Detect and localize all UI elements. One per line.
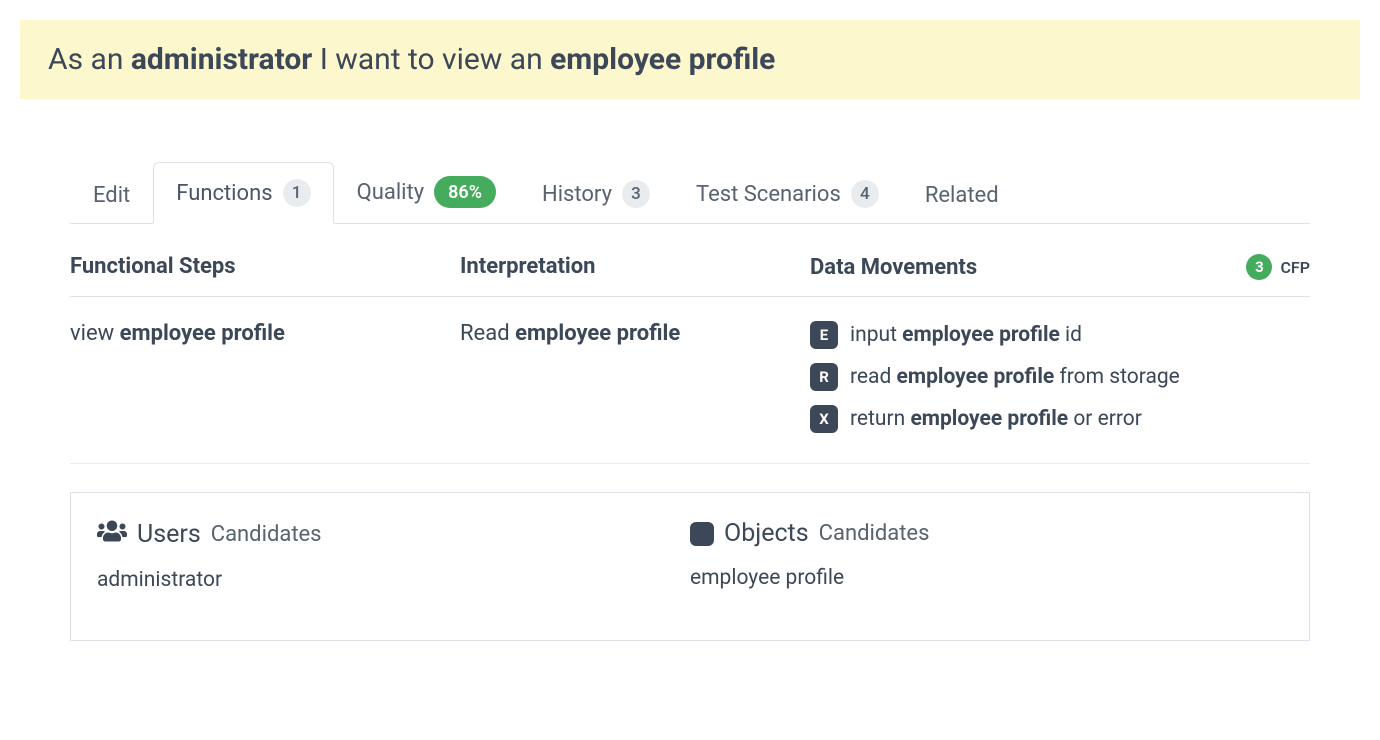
columns-header: Functional Steps Interpretation Data Mov… [70,224,1310,297]
tab-quality-percent: 86% [434,176,496,208]
users-title: Users [137,520,201,549]
dm-bold: employee profile [910,407,1068,431]
cfp-badge: 3 CFP [1246,254,1310,280]
tab-test-label: Test Scenarios [696,182,841,207]
dm-item-read: R read employee profile from storage [810,363,1310,391]
data-movements-cell: E input employee profile id R read emplo… [810,321,1310,433]
banner-prefix: As an [48,42,131,77]
tab-test-scenarios[interactable]: Test Scenarios 4 [673,163,902,224]
interp-prefix: Read [460,321,515,346]
tabs: Edit Functions 1 Quality 86% History 3 T… [70,159,1310,224]
objects-subtitle: Candidates [819,521,930,546]
step-prefix: view [70,321,120,346]
dm-pre: read [850,365,897,389]
banner-mid: I want to view an [312,42,550,77]
dm-pre: return [850,407,910,431]
tab-quality-label: Quality [357,180,425,205]
tab-functions-count: 1 [283,179,311,207]
tab-related-label: Related [925,183,999,208]
header-interpretation: Interpretation [460,254,810,280]
objects-candidates: Objects Candidates employee profile [690,519,1283,592]
tab-edit[interactable]: Edit [70,166,153,224]
dm-post: from storage [1054,365,1180,389]
cfp-label: CFP [1280,258,1310,277]
objects-value: employee profile [690,566,1283,590]
tab-history-label: History [542,182,612,207]
step-bold: employee profile [120,321,285,346]
objects-title: Objects [724,519,809,548]
tab-test-count: 4 [851,180,879,208]
dm-post: or error [1068,407,1142,431]
function-row: view employee profile Read employee prof… [70,297,1310,464]
tab-related[interactable]: Related [902,166,1022,224]
tab-history-count: 3 [622,180,650,208]
dm-item-entry: E input employee profile id [810,321,1310,349]
dm-item-exit: X return employee profile or error [810,405,1310,433]
step-cell: view employee profile [70,321,460,433]
cfp-count: 3 [1246,254,1272,280]
interp-bold: employee profile [515,321,680,346]
dm-bold: employee profile [897,365,1055,389]
users-icon [97,519,127,550]
dm-pre: input [850,323,902,347]
story-banner: As an administrator I want to view an em… [20,20,1360,99]
interpretation-cell: Read employee profile [460,321,810,433]
banner-object: employee profile [550,42,775,77]
dm-tag-e: E [810,321,838,349]
tab-functions[interactable]: Functions 1 [153,162,333,224]
dm-tag-x: X [810,405,838,433]
tab-quality[interactable]: Quality 86% [334,159,519,224]
header-functional-steps: Functional Steps [70,254,460,280]
tab-history[interactable]: History 3 [519,163,673,224]
users-subtitle: Candidates [211,522,322,547]
dm-tag-r: R [810,363,838,391]
tab-edit-label: Edit [93,183,130,208]
users-value: administrator [97,568,690,592]
dm-post: id [1060,323,1082,347]
object-icon [690,522,714,546]
dm-bold: employee profile [902,323,1060,347]
candidates-box: Users Candidates administrator Objects C… [70,492,1310,641]
tab-functions-label: Functions [176,181,272,206]
users-candidates: Users Candidates administrator [97,519,690,592]
header-data-movements: Data Movements [810,255,977,280]
banner-role: administrator [131,42,312,77]
